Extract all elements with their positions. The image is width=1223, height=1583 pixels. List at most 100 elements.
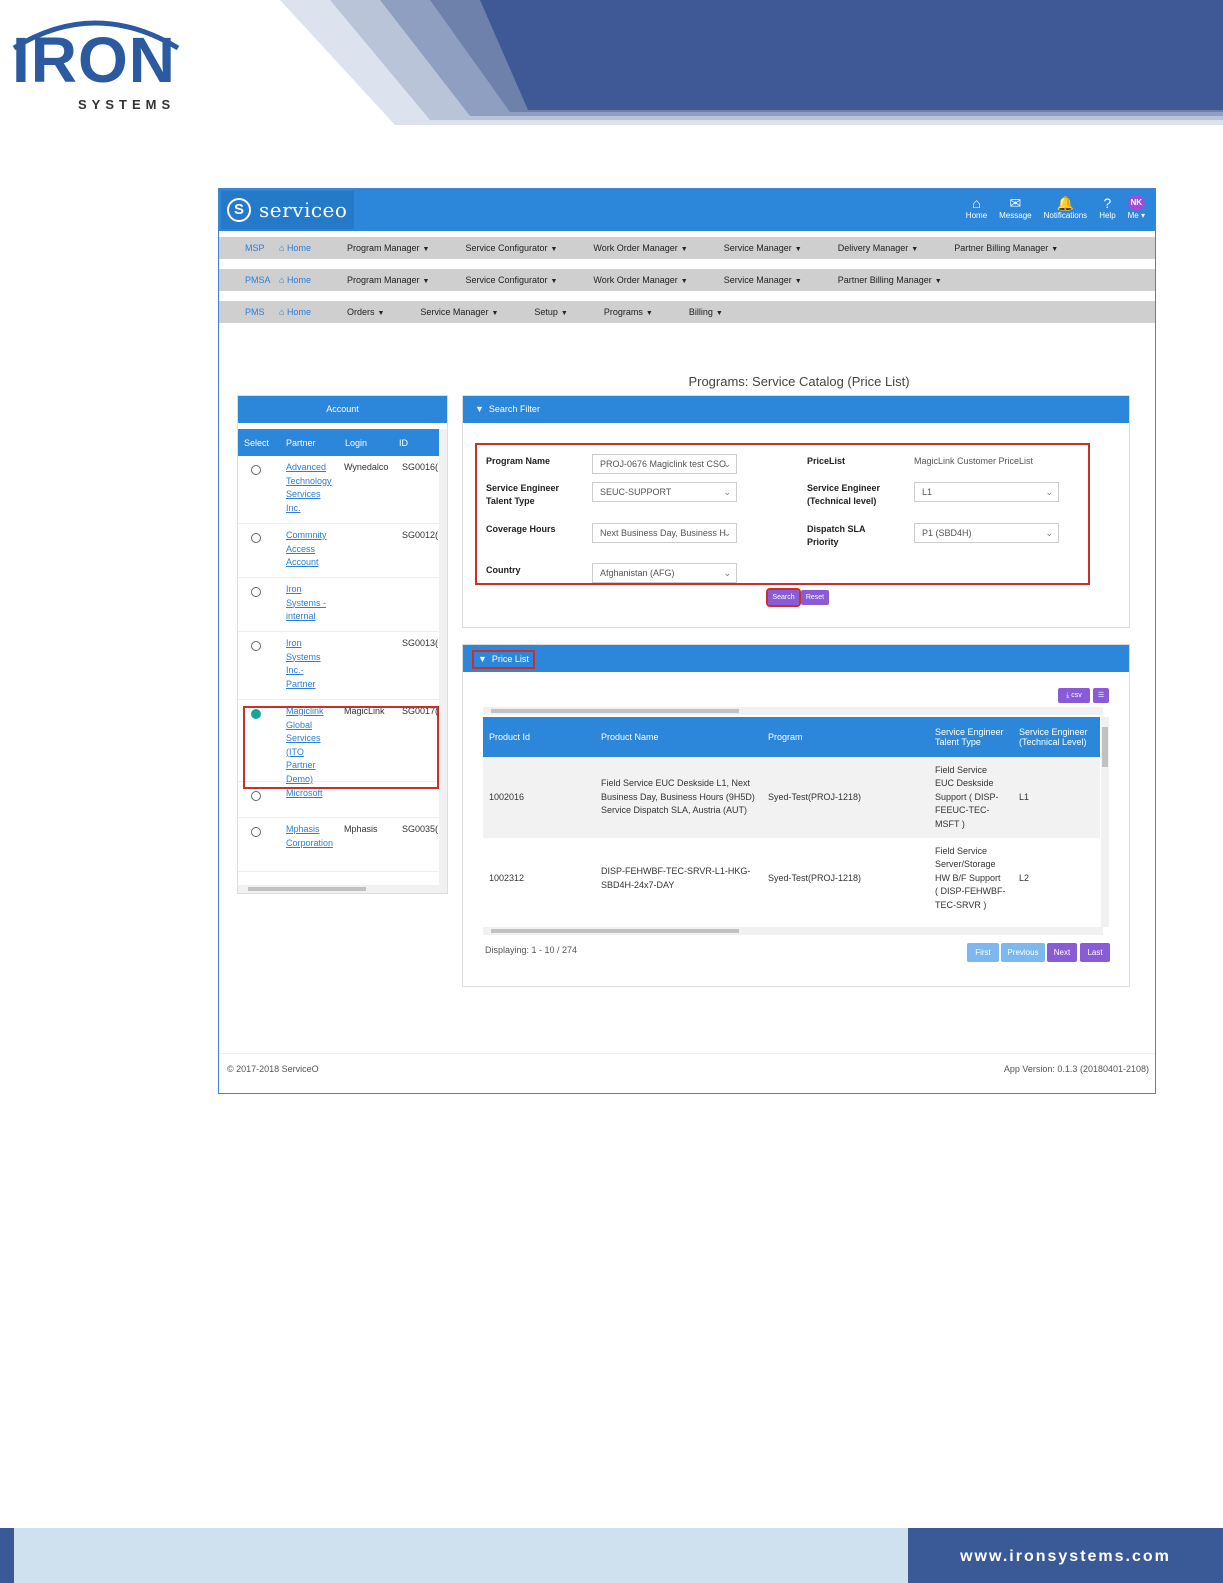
login-value: Mphasis: [344, 824, 378, 834]
nav-home-link[interactable]: ⌂ Home: [279, 243, 311, 253]
talent-type-select[interactable]: SEUC-SUPPORT ⌄: [592, 482, 737, 502]
nav-home-link[interactable]: ⌂ Home: [279, 275, 311, 285]
col-product-id: Product Id: [489, 732, 531, 742]
price-table-body: 1002016 Field Service EUC Deskside L1, Ne…: [483, 757, 1100, 919]
csv-export-button[interactable]: ⤓ csv: [1058, 688, 1090, 703]
nav-menu-service-configurator[interactable]: Service Configurator ▼: [465, 243, 557, 253]
top-nav-notifications[interactable]: 🔔 Notifications: [1044, 195, 1088, 220]
account-row[interactable]: Advanced Technology Services Inc. Wynedalco S…: [238, 456, 447, 524]
partner-link[interactable]: Iron Systems - internal: [286, 583, 344, 631]
nav-menu-programs[interactable]: Programs ▼: [604, 307, 653, 317]
nav-row-pmsa: PMSA ⌂ Home Program Manager ▼ Service Config…: [219, 269, 1155, 291]
nav-home-label: Home: [286, 275, 311, 285]
partner-link[interactable]: Mphasis Corporation: [286, 823, 344, 871]
chevron-down-icon: ⌄: [723, 528, 731, 538]
first-page-button[interactable]: First: [967, 943, 999, 962]
col-tech-level-line1: Service Engineer: [1019, 727, 1088, 737]
caret-down-icon: ▼: [550, 278, 558, 285]
program-name-select[interactable]: PROJ-0676 Magiclink test CSO ⌄: [592, 454, 737, 474]
account-row[interactable]: Commnity Access Account SG0012(: [238, 524, 447, 578]
partner-link[interactable]: Iron Systems Inc.- Partner: [286, 637, 344, 699]
partner-link[interactable]: Microsoft: [286, 787, 344, 817]
product-name-line: SBD4H-24x7-DAY: [601, 879, 675, 890]
price-list-toggle[interactable]: ▼ Price List: [472, 650, 535, 669]
last-page-button[interactable]: Last: [1080, 943, 1110, 962]
tech-level-select[interactable]: L1 ⌄: [914, 482, 1059, 502]
nav-menu-service-configurator[interactable]: Service Configurator ▼: [465, 275, 557, 285]
account-row[interactable]: Iron Systems Inc.- Partner SG0013(: [238, 632, 447, 700]
partner-link[interactable]: Commnity Access Account: [286, 529, 344, 577]
top-nav-help[interactable]: ? Help: [1099, 195, 1115, 220]
chevron-down-icon: ⌄: [723, 459, 731, 469]
top-nav-label: Help: [1099, 211, 1116, 220]
avatar: NK: [1127, 195, 1145, 211]
nav-menu-program-manager[interactable]: Program Manager ▼: [347, 275, 429, 285]
col-tech-level-line2: (Technical Level): [1019, 737, 1087, 747]
nav-menu-service-manager[interactable]: Service Manager ▼: [420, 307, 498, 317]
nav-menu-setup[interactable]: Setup ▼: [534, 307, 567, 317]
nav-menu-work-order-manager[interactable]: Work Order Manager ▼: [593, 275, 687, 285]
nav-menu-partner-billing-manager[interactable]: Partner Billing Manager ▼: [954, 243, 1058, 253]
table-vertical-scrollbar[interactable]: [1101, 717, 1109, 927]
col-login: Login: [345, 437, 368, 448]
id-value: SG0012(: [402, 530, 439, 540]
account-row[interactable]: Mphasis Corporation Mphasis SG0035(: [238, 818, 447, 872]
account-horizontal-scrollbar[interactable]: [238, 885, 447, 893]
select-radio[interactable]: [251, 533, 261, 543]
brand[interactable]: S serviceo: [221, 191, 354, 229]
search-button[interactable]: Search: [766, 588, 801, 607]
nav-menu-delivery-manager[interactable]: Delivery Manager ▼: [838, 243, 918, 253]
dispatch-sla-label-line2: Priority: [807, 537, 839, 547]
bell-icon: 🔔: [1056, 195, 1075, 211]
select-radio[interactable]: [251, 465, 261, 475]
select-radio[interactable]: [251, 641, 261, 651]
nav-section-tag: MSP: [245, 243, 265, 253]
nav-menu-billing[interactable]: Billing ▼: [689, 307, 723, 317]
price-table: Product Id Product Name Program Service …: [483, 717, 1100, 927]
dispatch-sla-select[interactable]: P1 (SBD4H) ⌄: [914, 523, 1059, 543]
partner-link[interactable]: Advanced Technology Services Inc.: [286, 461, 344, 523]
account-vertical-scrollbar[interactable]: [439, 429, 447, 887]
program-cell: Syed-Test(PROJ-1218): [768, 791, 862, 802]
select-radio[interactable]: [251, 587, 261, 597]
country-select[interactable]: Afghanistan (AFG) ⌄: [592, 563, 737, 583]
search-filter-header[interactable]: ▼ Search Filter: [463, 396, 1129, 423]
footer-url: www.ironsystems.com: [908, 1528, 1223, 1583]
nav-menu-orders[interactable]: Orders ▼: [347, 307, 384, 317]
partner-name-line: Access: [286, 543, 316, 554]
copyright: © 2017-2018 ServiceO: [227, 1064, 319, 1074]
chevron-down-icon: ⌄: [723, 568, 731, 578]
iron-logo-subtitle: SYSTEMS: [78, 97, 176, 112]
talent-type-line: Server/Storage: [935, 859, 996, 870]
document-header: IRON SYSTEMS: [0, 0, 1223, 125]
next-page-button[interactable]: Next: [1047, 943, 1077, 962]
nav-menu-service-manager[interactable]: Service Manager ▼: [724, 275, 802, 285]
search-filter-panel: ▼ Search Filter Program Name PROJ-0676 M…: [462, 395, 1130, 628]
table-bottom-scrollbar[interactable]: [483, 927, 1103, 935]
select-radio[interactable]: [251, 827, 261, 837]
select-radio[interactable]: [251, 791, 261, 801]
talent-type-line: TEC-SRVR ): [935, 899, 987, 910]
partner-name-line: Iron: [286, 638, 302, 648]
top-nav-me[interactable]: NK Me ▾: [1128, 195, 1145, 220]
account-row[interactable]: Iron Systems - internal: [238, 578, 447, 632]
nav-menu-service-manager[interactable]: Service Manager ▼: [724, 243, 802, 253]
column-toggle-button[interactable]: ☰: [1093, 688, 1109, 703]
price-list-header: ▼ Price List: [463, 645, 1129, 672]
pagination-status: Displaying: 1 - 10 / 274: [485, 945, 578, 955]
top-nav-message[interactable]: ✉ Message: [999, 195, 1031, 220]
previous-page-button[interactable]: Previous: [1001, 943, 1045, 962]
reset-button[interactable]: Reset: [801, 590, 829, 605]
tech-level-value: L1: [922, 487, 933, 497]
app-version: App Version: 0.1.3 (20180401-2108): [1003, 1064, 1149, 1074]
nav-menu-work-order-manager[interactable]: Work Order Manager ▼: [593, 243, 687, 253]
document-footer: www.ironsystems.com: [0, 1528, 1223, 1583]
talent-type-line: Field Service: [935, 764, 988, 775]
nav-menu-program-manager[interactable]: Program Manager ▼: [347, 243, 429, 253]
table-top-scrollbar[interactable]: [483, 707, 1103, 715]
nav-home-link[interactable]: ⌂ Home: [279, 307, 311, 317]
nav-menu-partner-billing-manager[interactable]: Partner Billing Manager ▼: [838, 275, 942, 285]
col-partner: Partner: [286, 437, 316, 448]
top-nav-home[interactable]: ⌂ Home: [966, 195, 987, 220]
coverage-hours-select[interactable]: Next Business Day, Business H ⌄: [592, 523, 737, 543]
